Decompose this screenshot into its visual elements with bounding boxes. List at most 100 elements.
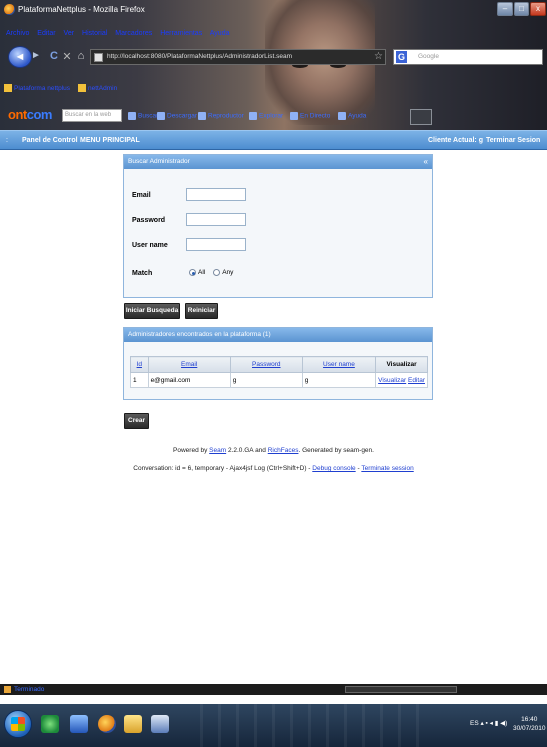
search-panel-title: Buscar Administrador — [128, 158, 190, 165]
stop-icon[interactable]: ✕ — [61, 50, 73, 64]
col-username[interactable]: User name — [301, 356, 377, 373]
password-field[interactable] — [186, 213, 246, 226]
toolbar-search-input[interactable]: Buscar en la web — [62, 109, 122, 122]
back-button[interactable]: ◄ — [8, 46, 32, 68]
toolbar-ayuda-label: Ayuda — [348, 112, 367, 120]
col-id-link[interactable]: Id — [137, 361, 142, 368]
bookmark-plataforma[interactable]: Plataforma nettplus — [14, 85, 70, 92]
toolbar-explorar[interactable]: Explorar — [249, 112, 283, 120]
explore-icon — [249, 112, 257, 120]
debug-console-link[interactable]: Debug console — [312, 465, 355, 472]
address-bar[interactable]: http://localhost:8080/PlataformaNettplus… — [90, 49, 386, 65]
table-row: 1 e@gmail.com g g Visualizar Editar — [130, 372, 428, 388]
cell-id: 1 — [130, 372, 149, 388]
toolbar-buscar-label: Buscar — [138, 112, 159, 120]
media-icon — [70, 715, 88, 733]
conversation-dash: - — [357, 465, 360, 472]
bookmark-star-icon[interactable]: ☆ — [374, 51, 383, 62]
forward-button[interactable]: ► — [31, 50, 43, 64]
editar-link[interactable]: Editar — [408, 377, 425, 384]
match-label: Match — [132, 270, 153, 277]
search-box[interactable]: G Google — [393, 49, 543, 65]
col-id[interactable]: Id — [130, 356, 149, 373]
maximize-button[interactable]: □ — [514, 2, 529, 16]
col-password[interactable]: Password — [229, 356, 303, 373]
powered-by: Powered by Seam 2.2.0.GA and RichFaces. … — [0, 447, 547, 454]
seam-link[interactable]: Seam — [209, 447, 226, 454]
taskbar-app-1[interactable] — [36, 710, 64, 738]
close-button[interactable]: x — [530, 2, 546, 16]
status-bar: Terminado — [0, 684, 547, 695]
help-icon — [338, 112, 346, 120]
password-label: Password — [132, 217, 166, 224]
menu-ver[interactable]: Ver — [64, 30, 75, 37]
cell-username: g — [301, 372, 377, 388]
toolbar-directo[interactable]: En Directo — [290, 112, 330, 120]
title-bar: PlataformaNettplus - Mozilla Firefox – □… — [0, 0, 547, 20]
firefox-icon — [4, 4, 15, 15]
reload-icon[interactable]: C — [48, 50, 60, 64]
toolbar-reproductor[interactable]: Reproductor — [198, 112, 244, 120]
bookmarks-bar: Plataforma nettplus nettAdmin — [4, 84, 123, 96]
menu-herramientas[interactable]: Herramientas — [160, 30, 202, 37]
email-field[interactable] — [186, 188, 246, 201]
cell-actions: Visualizar Editar — [375, 372, 428, 388]
download-icon — [157, 112, 165, 120]
google-icon: G — [396, 51, 407, 63]
menu-archivo[interactable]: Archivo — [6, 30, 29, 37]
minimize-button[interactable]: – — [497, 2, 513, 16]
cell-email: e@gmail.com — [147, 372, 231, 388]
menu-ayuda[interactable]: Ayuda — [210, 30, 230, 37]
toolbar-explorar-label: Explorar — [259, 112, 284, 120]
search-button[interactable]: Iniciar Busqueda — [124, 303, 180, 319]
col-username-link[interactable]: User name — [323, 361, 355, 368]
start-button[interactable] — [4, 710, 32, 738]
menu-editar[interactable]: Editar — [37, 30, 55, 37]
status-progress — [345, 686, 457, 693]
create-button[interactable]: Crear — [124, 413, 149, 429]
logo-text-a: ont — [8, 107, 27, 122]
match-all-radio[interactable] — [189, 269, 196, 276]
language-indicator[interactable]: ES — [470, 720, 479, 727]
username-field[interactable] — [186, 238, 246, 251]
taskbar-firefox[interactable] — [93, 710, 121, 738]
reset-button[interactable]: Reiniciar — [185, 303, 218, 319]
nav-menu-principal[interactable]: MENU PRINCIPAL — [80, 137, 140, 144]
current-client: Cliente Actual: g — [428, 137, 483, 144]
clock[interactable]: 16:40 30/07/2010 — [513, 715, 546, 733]
nav-separator: : — [6, 137, 8, 144]
terminate-session-link[interactable]: Terminate session — [361, 465, 413, 472]
page-favicon-icon — [94, 53, 103, 62]
menu-historial[interactable]: Historial — [82, 30, 107, 37]
bookmark-nettadmin[interactable]: nettAdmin — [88, 85, 117, 92]
navigation-bar: ◄ ► C ✕ ⌂ http://localhost:8080/Platafor… — [0, 46, 547, 70]
taskbar-app-5[interactable] — [146, 710, 174, 738]
home-icon[interactable]: ⌂ — [75, 50, 87, 64]
nav-panel-de-control[interactable]: Panel de Control — [22, 137, 78, 144]
toolbar-descargar[interactable]: Descargar — [157, 112, 197, 120]
document-icon — [151, 715, 169, 733]
richfaces-link[interactable]: RichFaces — [268, 447, 299, 454]
match-any-radio[interactable] — [213, 269, 221, 276]
conversation-text: Conversation: id = 6, temporary - Ajax4j… — [133, 465, 311, 472]
taskbar-explorer[interactable] — [119, 710, 147, 738]
visualizar-link[interactable]: Visualizar — [378, 377, 406, 384]
logout-link[interactable]: Terminar Sesion — [486, 137, 540, 144]
toolbar-logo[interactable]: ontcom — [8, 107, 52, 122]
collapse-icon[interactable]: « — [424, 157, 428, 166]
results-panel: Administradores encontrados en la plataf… — [123, 327, 433, 400]
system-tray: ES ▴ ▪ ◂ ▮ ◀) — [470, 720, 508, 727]
col-password-link[interactable]: Password — [252, 361, 281, 368]
col-email[interactable]: Email — [147, 356, 231, 373]
magnifier-icon — [128, 112, 136, 120]
menu-marcadores[interactable]: Marcadores — [115, 30, 152, 37]
player-icon — [198, 112, 206, 120]
messenger-icon — [41, 715, 59, 733]
powered-mid: 2.2.0.GA and — [227, 447, 266, 454]
taskbar-app-2[interactable] — [65, 710, 93, 738]
address-url: http://localhost:8080/PlataformaNettplus… — [107, 53, 292, 60]
col-email-link[interactable]: Email — [181, 361, 197, 368]
col-visualizar: Visualizar — [375, 356, 428, 373]
toolbar-buscar[interactable]: Buscar — [128, 112, 158, 120]
toolbar-ayuda[interactable]: Ayuda — [338, 112, 366, 120]
